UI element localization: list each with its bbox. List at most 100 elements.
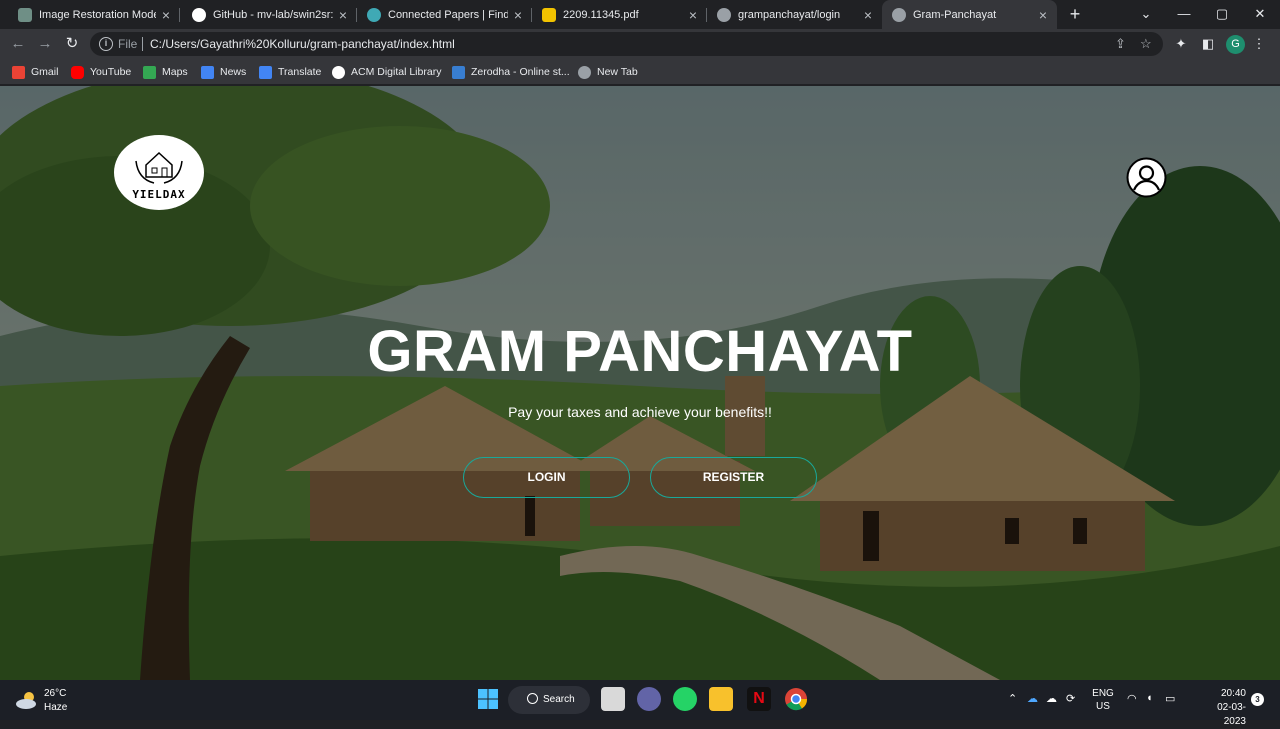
taskbar-search[interactable]: Search — [508, 686, 590, 714]
bookmark-news[interactable]: News — [201, 64, 246, 80]
new-tab-button[interactable]: + — [1065, 3, 1085, 25]
close-window-button[interactable]: ✕ — [1241, 0, 1279, 29]
browser-toolbar: ← → ↻ i File C:/Users/Gayathri%20Kolluru… — [0, 29, 1280, 59]
bookmark-label: New Tab — [597, 66, 638, 78]
keyboard-region: US — [1096, 701, 1110, 712]
bookmark-label: Gmail — [31, 66, 59, 78]
extensions-puzzle-icon[interactable]: ✦ — [1172, 35, 1190, 53]
close-tab-icon[interactable]: × — [508, 7, 528, 23]
weather-temperature: 26°C — [44, 688, 67, 699]
bookmark-translate[interactable]: Translate — [259, 64, 321, 80]
zerodha-icon — [452, 65, 465, 79]
globe-icon — [892, 7, 906, 22]
connected-papers-icon — [367, 7, 381, 22]
close-tab-icon[interactable]: × — [1033, 7, 1053, 23]
globe-icon — [717, 7, 731, 22]
browser-tab[interactable]: grampanchayat/login × — [707, 0, 882, 29]
whatsapp-icon[interactable] — [673, 687, 697, 711]
close-tab-icon[interactable]: × — [156, 7, 176, 23]
url-text[interactable]: C:/Users/Gayathri%20Kolluru/gram-panchay… — [150, 37, 455, 51]
show-hidden-icons-chevron-icon[interactable]: ⌃ — [1008, 692, 1017, 705]
notification-badge[interactable]: 3 — [1251, 693, 1264, 706]
bookmark-label: Translate — [278, 66, 322, 78]
maps-icon — [143, 65, 156, 79]
language-code: ENG — [1092, 688, 1114, 699]
forward-arrow-icon[interactable]: → — [35, 34, 55, 54]
browser-tab[interactable]: 2209.11345.pdf × — [532, 0, 707, 29]
address-bar[interactable]: i File C:/Users/Gayathri%20Kolluru/gram-… — [90, 32, 1163, 56]
browser-tab[interactable]: Image Restoration Model R × — [8, 0, 180, 29]
weather-condition: Haze — [44, 702, 68, 713]
volume-icon[interactable]: ◖ — [1146, 692, 1153, 704]
globe-icon — [578, 65, 591, 79]
reload-icon[interactable]: ↻ — [62, 34, 82, 54]
task-view-icon[interactable] — [601, 687, 625, 711]
hero-title: GRAM PANCHAYAT — [367, 319, 913, 384]
site-logo[interactable]: YIELDAX — [114, 135, 204, 210]
sync-icon[interactable]: ⟳ — [1066, 692, 1075, 705]
browser-tab[interactable]: GitHub - mv-lab/swin2sr: Sv × — [182, 0, 357, 29]
file-explorer-icon[interactable] — [709, 687, 733, 711]
scheme-label: File — [118, 37, 138, 51]
logo-wordmark: YIELDAX — [132, 188, 186, 201]
register-button[interactable]: REGISTER — [650, 457, 817, 498]
cloud-sync-error-icon[interactable]: ☁ — [1046, 692, 1057, 705]
share-icon[interactable]: ⇪ — [1115, 36, 1126, 52]
translate-icon — [259, 65, 272, 79]
bookmark-label: Zerodha - Online st... — [471, 66, 570, 78]
login-button[interactable]: LOGIN — [463, 457, 630, 498]
bookmark-star-icon[interactable]: ☆ — [1140, 36, 1152, 52]
profile-avatar[interactable]: G — [1226, 35, 1245, 54]
hero-subtitle: Pay your taxes and achieve your benefits… — [508, 404, 772, 420]
bookmark-new-tab[interactable]: New Tab — [578, 64, 638, 80]
bookmark-label: News — [220, 66, 247, 78]
browser-tab-active[interactable]: Gram-Panchayat × — [882, 0, 1057, 29]
close-tab-icon[interactable]: × — [858, 7, 878, 23]
wifi-icon[interactable]: ◠ — [1127, 692, 1137, 705]
tab-search-icon[interactable]: ⌄ — [1127, 0, 1165, 29]
news-icon — [201, 65, 214, 79]
back-arrow-icon[interactable]: ← — [8, 34, 28, 54]
battery-icon[interactable]: ▭ — [1165, 692, 1175, 705]
user-account-icon[interactable] — [1126, 157, 1167, 198]
bookmark-zerodha[interactable]: Zerodha - Online st... — [452, 64, 570, 80]
bookmark-youtube[interactable]: YouTube — [71, 64, 131, 80]
onedrive-cloud-icon[interactable]: ☁ — [1027, 692, 1038, 705]
bookmark-label: YouTube — [90, 66, 132, 78]
tab-title: GitHub - mv-lab/swin2sr: Sv — [213, 8, 333, 21]
minimize-button[interactable]: — — [1165, 0, 1203, 29]
page-viewport: YIELDAX GRAM PANCHAYAT Pay your taxes an… — [0, 86, 1280, 680]
gmail-icon — [12, 65, 25, 79]
clock-date: 02-03-2023 — [1217, 702, 1246, 727]
tab-title: Image Restoration Model R — [39, 8, 156, 21]
bookmark-gmail[interactable]: Gmail — [12, 64, 58, 80]
youtube-icon — [71, 65, 84, 79]
search-label: Search — [543, 694, 575, 705]
menu-kebab-icon[interactable]: ⋮ — [1250, 35, 1268, 53]
weather-cloud-icon[interactable] — [15, 689, 39, 711]
search-icon — [527, 693, 538, 704]
tab-title: Gram-Panchayat — [913, 8, 997, 21]
bookmark-maps[interactable]: Maps — [143, 64, 188, 80]
browser-tab-strip: Image Restoration Model R × GitHub - mv-… — [0, 0, 1280, 29]
pdf-icon — [542, 7, 556, 22]
chrome-icon[interactable] — [784, 687, 808, 711]
github-icon — [192, 7, 206, 22]
tab-title: Connected Papers | Find an — [388, 8, 508, 21]
address-divider — [142, 37, 143, 51]
close-tab-icon[interactable]: × — [333, 7, 353, 23]
bookmark-acm[interactable]: ACM Digital Library — [332, 64, 441, 80]
netflix-icon[interactable]: N — [747, 687, 771, 711]
side-panel-icon[interactable]: ◧ — [1199, 35, 1217, 53]
language-indicator[interactable]: ENG US — [1092, 687, 1114, 713]
info-icon[interactable]: i — [99, 37, 113, 51]
close-tab-icon[interactable]: × — [683, 7, 703, 23]
teams-chat-icon[interactable] — [637, 687, 661, 711]
bookmarks-bar: Gmail YouTube Maps News Translate ACM Di… — [0, 59, 1280, 85]
maximize-button[interactable]: ▢ — [1203, 0, 1241, 29]
system-clock[interactable]: 20:40 02-03-2023 — [1198, 687, 1246, 729]
tab-title: 2209.11345.pdf — [563, 8, 639, 21]
browser-tab[interactable]: Connected Papers | Find an × — [357, 0, 532, 29]
house-in-hands-icon — [135, 151, 183, 184]
windows-start-icon[interactable] — [476, 687, 500, 711]
